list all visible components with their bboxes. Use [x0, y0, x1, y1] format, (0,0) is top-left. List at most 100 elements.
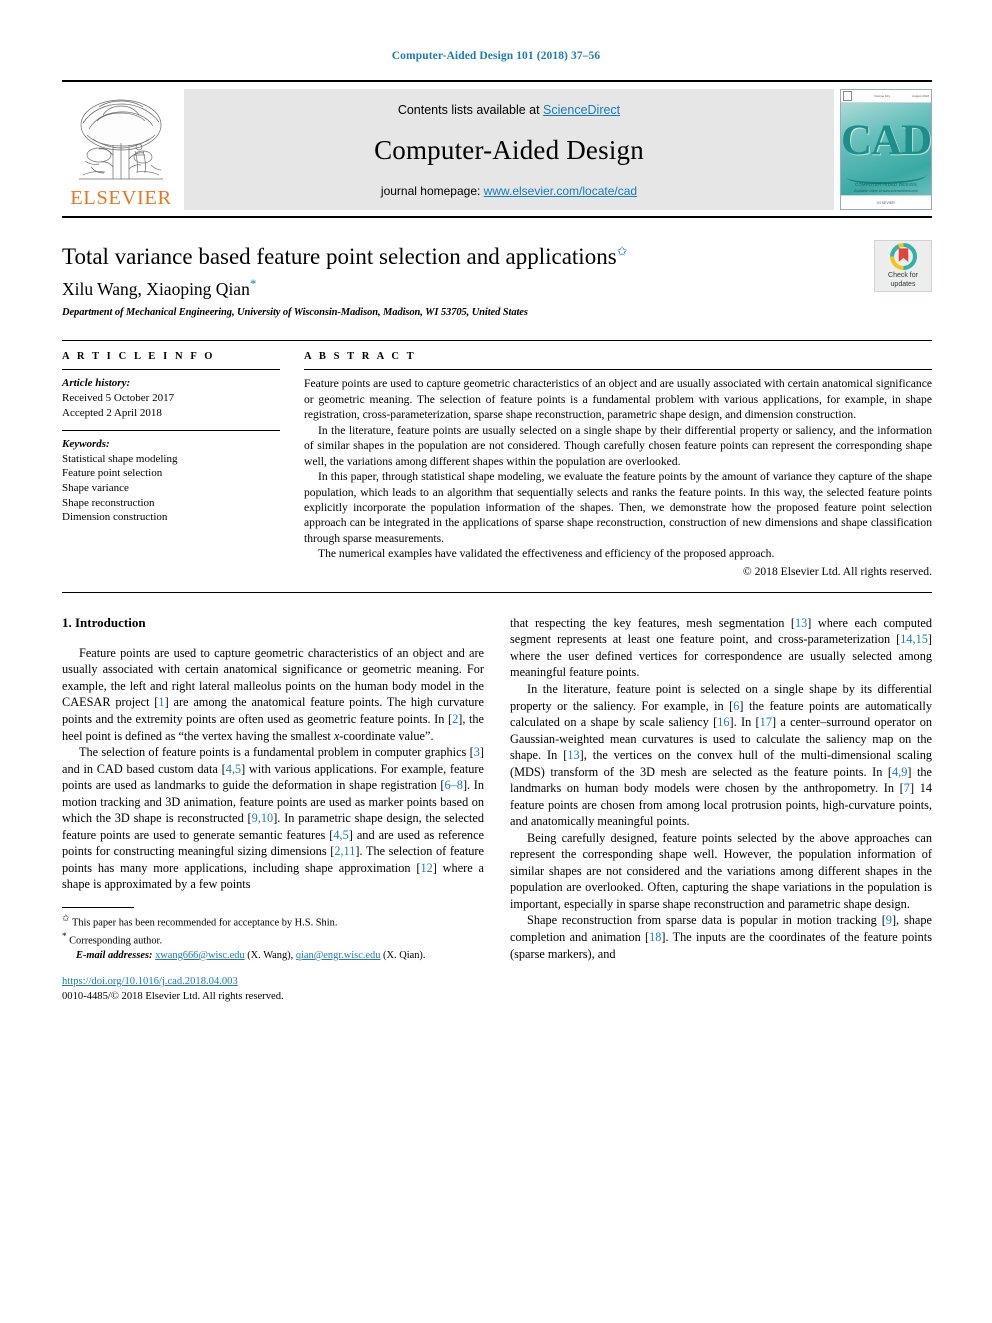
email-owner-qian: (X. Qian).: [383, 949, 426, 961]
crossmark-line2: updates: [890, 280, 916, 288]
citation-ref[interactable]: 9,10: [252, 811, 274, 825]
crossmark-badge[interactable]: Check for updates: [874, 240, 932, 292]
email-link-wang[interactable]: xwang666@wisc.edu: [155, 950, 245, 961]
elsevier-wordmark: ELSEVIER: [70, 186, 172, 209]
footnote-asterisk-symbol: *: [62, 930, 67, 941]
body-left-column: 1. Introduction Feature points are used …: [62, 615, 484, 1004]
footnote-star: ✩ This paper has been recommended for ac…: [62, 913, 484, 930]
journal-homepage-link[interactable]: www.elsevier.com/locate/cad: [484, 184, 637, 198]
elsevier-tree-icon: [79, 99, 163, 179]
body-paragraph: Shape reconstruction from sparse data is…: [510, 912, 932, 962]
info-abstract-region: A R T I C L E I N F O Article history: R…: [62, 341, 932, 578]
citation-ref[interactable]: 4,9: [892, 765, 907, 779]
citation-ref[interactable]: 2,11: [334, 844, 355, 858]
crossmark-line1: Check for: [888, 272, 918, 280]
cover-bottom-bar: ELSEVIER: [841, 195, 931, 209]
citation-ref[interactable]: 14,15: [900, 632, 928, 646]
article-info-heading: A R T I C L E I N F O: [62, 351, 216, 363]
abstract-paragraph: Feature points are used to capture geome…: [304, 377, 932, 422]
contents-line: Contents lists available at ScienceDirec…: [398, 103, 620, 117]
masthead-bottom-rule: [62, 216, 932, 218]
issn-copyright-line: 0010-4485/© 2018 Elsevier Ltd. All right…: [62, 990, 284, 1002]
article-info-column: A R T I C L E I N F O Article history: R…: [62, 351, 304, 578]
citation-ref[interactable]: 13: [567, 748, 579, 762]
paragraph-text: Being carefully designed, feature points…: [510, 830, 932, 911]
citation-ref[interactable]: 17: [760, 715, 772, 729]
title-block: Total variance based feature point selec…: [62, 240, 932, 319]
author-names: Xilu Wang, Xiaoping Qian: [62, 279, 250, 300]
keyword-item: Feature point selection: [62, 467, 163, 480]
cover-cad-letters: CAD: [841, 117, 932, 164]
journal-homepage-line: journal homepage: www.elsevier.com/locat…: [381, 184, 637, 198]
doi-block: https://doi.org/10.1016/j.cad.2018.04.00…: [62, 975, 484, 1004]
footnote-block: ✩ This paper has been recommended for ac…: [62, 906, 484, 1004]
body-right-column: that respecting the key features, mesh s…: [510, 615, 932, 1004]
body-paragraph: The selection of feature points is a fun…: [62, 744, 484, 893]
body-paragraph: Being carefully designed, feature points…: [510, 830, 932, 913]
cover-publisher: ELSEVIER: [877, 200, 895, 205]
keyword-item: Statistical shape modeling: [62, 452, 178, 465]
abstract-copyright: © 2018 Elsevier Ltd. All rights reserved…: [742, 564, 932, 578]
body-paragraph: Feature points are used to capture geome…: [62, 645, 484, 744]
footnote-emails: E-mail addresses: xwang666@wisc.edu (X. …: [62, 949, 484, 963]
sciencedirect-banner: Contents lists available at ScienceDirec…: [184, 89, 834, 210]
keywords-rule: [62, 430, 280, 432]
abstract-heading: A B S T R A C T: [304, 351, 417, 363]
crossmark-label: Check for updates: [888, 272, 918, 288]
author-list: Xilu Wang, Xiaoping Qian*: [62, 276, 932, 300]
abstract-paragraph: In the literature, feature points are us…: [304, 423, 932, 468]
abstract-bottom-rule: [62, 591, 932, 593]
journal-title: Computer-Aided Design: [374, 135, 644, 165]
page-title: Total variance based feature point selec…: [62, 243, 932, 270]
email-label: E-mail addresses:: [76, 949, 153, 961]
article-history: Article history: Received 5 October 2017…: [62, 376, 280, 420]
abstract-rule: [304, 369, 932, 371]
cover-top-bar: Volume 101 August 2018: [841, 90, 931, 103]
keyword-item: Shape variance: [62, 482, 129, 495]
title-footnote-marker: ✩: [616, 243, 628, 259]
sciencedirect-link[interactable]: ScienceDirect: [543, 103, 620, 117]
history-label: Article history:: [62, 377, 131, 390]
journal-masthead: ELSEVIER Contents lists available at Sci…: [62, 80, 932, 210]
keywords-label: Keywords:: [62, 438, 110, 451]
title-text: Total variance based feature point selec…: [62, 244, 617, 269]
footnote-rule: [62, 906, 134, 908]
abstract-column: A B S T R A C T Feature points are used …: [304, 351, 932, 578]
email-link-qian[interactable]: qian@engr.wisc.edu: [296, 950, 381, 961]
footnote-asterisk-text: Corresponding author.: [69, 935, 163, 947]
citation-ref[interactable]: 6–8: [444, 778, 462, 792]
section-heading-introduction: 1. Introduction: [62, 614, 146, 630]
doi-link[interactable]: https://doi.org/10.1016/j.cad.2018.04.00…: [62, 976, 238, 987]
keywords-block: Keywords: Statistical shape modeling Fea…: [62, 437, 280, 525]
abstract-paragraph: In this paper, through statistical shape…: [304, 470, 932, 545]
right-column-paragraphs: that respecting the key features, mesh s…: [510, 615, 932, 962]
paragraph-text: Shape reconstruction from sparse data is…: [527, 913, 886, 928]
running-head: Computer-Aided Design 101 (2018) 37–56: [391, 50, 601, 62]
citation-ref[interactable]: 18: [649, 930, 661, 944]
cover-volume: Volume 101: [874, 94, 890, 98]
homepage-prefix: journal homepage:: [380, 184, 484, 198]
left-column-paragraphs: Feature points are used to capture geome…: [62, 645, 484, 893]
citation-ref[interactable]: 16: [717, 715, 729, 729]
journal-cover-image: Volume 101 August 2018 CAD COMPUTER-AIDE…: [840, 89, 932, 210]
cover-date: August 2018: [912, 94, 929, 98]
paragraph-text: ]. In [: [729, 715, 760, 730]
body-columns: 1. Introduction Feature points are used …: [62, 615, 932, 1004]
keyword-item: Dimension construction: [62, 511, 168, 524]
affiliation: Department of Mechanical Engineering, Un…: [62, 307, 528, 319]
corresponding-author-marker: *: [249, 276, 257, 292]
cover-subtitle: COMPUTER-AIDED DESIGN: [855, 182, 917, 187]
crossmark-icon: [889, 243, 917, 271]
paragraph-text: The selection of feature points is a fun…: [79, 745, 474, 760]
citation-ref[interactable]: 13: [795, 616, 807, 630]
paragraph-text: -coordinate value”.: [339, 728, 434, 743]
body-paragraph: In the literature, feature point is sele…: [510, 681, 932, 830]
citation-ref[interactable]: 4,5: [226, 762, 241, 776]
citation-ref[interactable]: 4,5: [333, 828, 348, 842]
citation-ref[interactable]: 12: [420, 861, 432, 875]
cover-bottom-note: Available online at www.sciencedirect.co…: [854, 189, 918, 193]
email-owner-wang: (X. Wang),: [247, 949, 294, 961]
article-info-rule: [62, 369, 280, 371]
contents-prefix: Contents lists available at: [397, 103, 544, 117]
